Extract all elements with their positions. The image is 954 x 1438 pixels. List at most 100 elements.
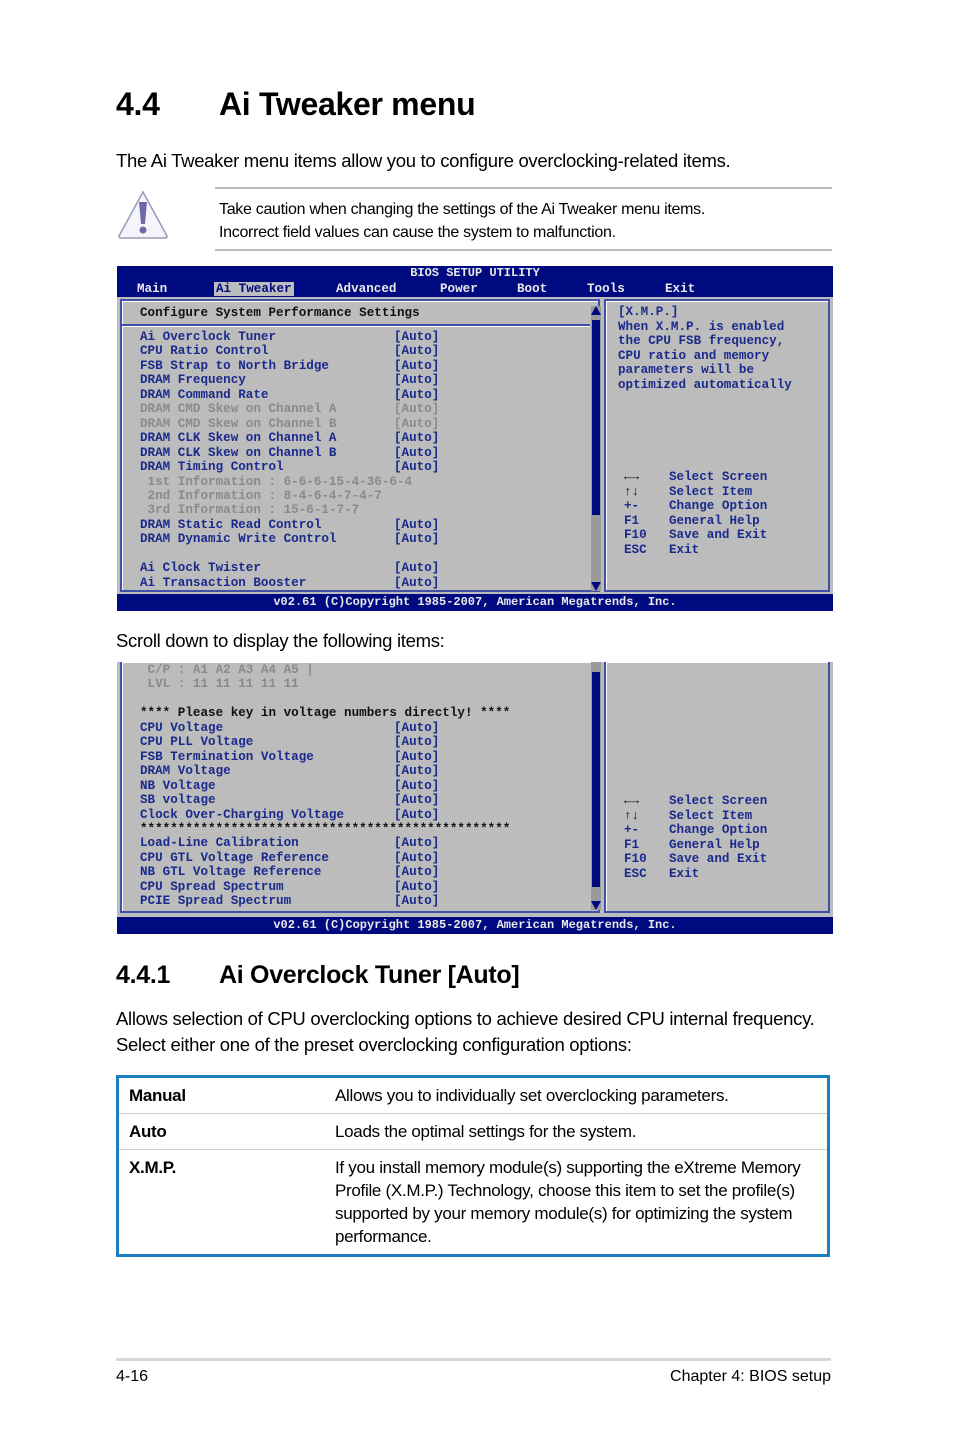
- key-label: F10: [624, 852, 647, 866]
- setting-value[interactable]: [Auto]: [394, 460, 439, 474]
- setting-label: CPU PLL Voltage: [140, 735, 254, 750]
- setting-value[interactable]: [Auto]: [394, 330, 439, 344]
- setting-value[interactable]: [Auto]: [394, 532, 439, 546]
- setting-value[interactable]: [Auto]: [394, 518, 439, 532]
- bios-setting-row[interactable]: CPU GTL Voltage Reference [Auto]: [140, 851, 439, 866]
- setting-value[interactable]: [Auto]: [394, 779, 439, 793]
- bios-setting-row[interactable]: NB GTL Voltage Reference [Auto]: [140, 865, 439, 880]
- setting-value[interactable]: [Auto]: [394, 561, 439, 575]
- bios-setting-row[interactable]: CPU Spread Spectrum [Auto]: [140, 880, 439, 895]
- bios-setting-row[interactable]: DRAM Timing Control [Auto]: [140, 460, 439, 475]
- setting-value[interactable]: [Auto]: [394, 793, 439, 807]
- setting-label: ****************************************…: [140, 821, 511, 836]
- bios-setting-row[interactable]: DRAM Frequency [Auto]: [140, 373, 439, 388]
- option-description: Loads the optimal settings for the syste…: [325, 1113, 829, 1150]
- key-action: General Help: [669, 837, 760, 852]
- setting-value[interactable]: [Auto]: [394, 865, 439, 879]
- setting-label: 1st Information : 6-6-6-15-4-36-6-4: [140, 474, 413, 489]
- help-line: When X.M.P. is enabled: [618, 319, 785, 334]
- scroll-down-arrow-icon[interactable]: [591, 582, 601, 591]
- setting-value[interactable]: [Auto]: [394, 808, 439, 822]
- bios-setting-row[interactable]: DRAM CLK Skew on Channel A [Auto]: [140, 431, 439, 446]
- bios-setting-row[interactable]: SB voltage [Auto]: [140, 793, 439, 808]
- bios-setting-row[interactable]: FSB Termination Voltage [Auto]: [140, 750, 439, 765]
- bios-setting-row: 3rd Information : 15-6-1-7-7: [140, 503, 360, 518]
- setting-value[interactable]: [Auto]: [394, 402, 439, 416]
- section-heading: 4.4 Ai Tweaker menu: [116, 86, 476, 123]
- setting-value[interactable]: [Auto]: [394, 446, 439, 460]
- menu-tab-boot[interactable]: Boot: [517, 282, 547, 296]
- key-legend-row: F1 General Help: [624, 838, 767, 853]
- bios-setting-row[interactable]: CPU PLL Voltage [Auto]: [140, 735, 439, 750]
- setting-label: CPU Ratio Control: [140, 344, 269, 359]
- table-row: Auto Loads the optimal settings for the …: [117, 1113, 829, 1150]
- bios-setting-row[interactable]: Ai Overclock Tuner [Auto]: [140, 330, 439, 345]
- scrollbar-thumb[interactable]: [592, 320, 600, 515]
- setting-value[interactable]: [Auto]: [394, 388, 439, 402]
- setting-value[interactable]: [Auto]: [394, 851, 439, 865]
- key-legend-row: ↑↓ Select Item: [624, 485, 767, 500]
- setting-value[interactable]: [Auto]: [394, 576, 439, 590]
- bios-setting-row[interactable]: Ai Transaction Booster [Auto]: [140, 576, 439, 591]
- setting-label: 2nd Information : 8-4-6-4-7-4-7: [140, 488, 382, 503]
- bios-setting-row[interactable]: Clock Over-Charging Voltage [Auto]: [140, 808, 439, 823]
- bios-setting-row[interactable]: FSB Strap to North Bridge [Auto]: [140, 359, 439, 374]
- bios-setting-row: **** Please key in voltage numbers direc…: [140, 706, 510, 721]
- key-legend-row: ↑↓ Select Item: [624, 809, 767, 824]
- setting-value[interactable]: [Auto]: [394, 359, 439, 373]
- key-action: General Help: [669, 513, 760, 528]
- setting-value[interactable]: [Auto]: [394, 836, 439, 850]
- bios-setting-row[interactable]: DRAM Static Read Control [Auto]: [140, 518, 439, 533]
- setting-value[interactable]: [Auto]: [394, 417, 439, 431]
- setting-label: DRAM CMD Skew on Channel A: [140, 402, 337, 417]
- bios-setting-row[interactable]: Ai Clock Twister [Auto]: [140, 561, 439, 576]
- option-description: If you install memory module(s) supporti…: [335, 1158, 801, 1246]
- bios-setting-row[interactable]: PCIE Spread Spectrum [Auto]: [140, 894, 439, 909]
- setting-value[interactable]: [Auto]: [394, 735, 439, 749]
- menu-tab-tools[interactable]: Tools: [587, 282, 625, 296]
- bios-setting-row[interactable]: DRAM Voltage [Auto]: [140, 764, 439, 779]
- key-legend-row: +- Change Option: [624, 499, 767, 514]
- menu-tab-power[interactable]: Power: [440, 282, 478, 296]
- setting-value[interactable]: [Auto]: [394, 344, 439, 358]
- menu-tab-exit[interactable]: Exit: [665, 282, 695, 296]
- setting-value[interactable]: [Auto]: [394, 721, 439, 735]
- key-legend-row: ←→ Select Screen: [624, 794, 767, 809]
- scrollbar-thumb[interactable]: [592, 672, 600, 887]
- bios-setting-row[interactable]: Load-Line Calibration [Auto]: [140, 836, 439, 851]
- setting-label: SB voltage: [140, 793, 216, 808]
- bios-setting-row[interactable]: DRAM Dynamic Write Control [Auto]: [140, 532, 439, 547]
- key-action: Change Option: [669, 823, 768, 837]
- setting-value[interactable]: [Auto]: [394, 431, 439, 445]
- bios-setting-row[interactable]: CPU Ratio Control [Auto]: [140, 344, 439, 359]
- setting-label: 3rd Information : 15-6-1-7-7: [140, 503, 360, 518]
- scroll-up-arrow-icon[interactable]: [591, 306, 601, 315]
- help-line: the CPU FSB frequency,: [618, 334, 785, 348]
- bios-setting-row[interactable]: NB Voltage [Auto]: [140, 779, 439, 794]
- setting-value[interactable]: [Auto]: [394, 894, 439, 908]
- menu-tab-ai-tweaker[interactable]: Ai Tweaker: [214, 282, 294, 296]
- option-name: X.M.P.: [129, 1158, 177, 1177]
- bios-footer: v02.61 (C)Copyright 1985-2007, American …: [117, 594, 833, 611]
- setting-label: DRAM CLK Skew on Channel B: [140, 445, 337, 460]
- scrollbar[interactable]: [591, 662, 601, 910]
- scroll-down-arrow-icon[interactable]: [591, 901, 601, 910]
- bios-setting-row: C/P : A1 A2 A3 A4 A5 |: [140, 663, 314, 678]
- key-legend-row: +- Change Option: [624, 823, 767, 838]
- setting-value[interactable]: [Auto]: [394, 373, 439, 387]
- caution-line: Incorrect field values can cause the sys…: [219, 224, 616, 241]
- menu-tab-main[interactable]: Main: [137, 282, 167, 296]
- caution-divider-bottom: [215, 249, 832, 251]
- setting-value[interactable]: [Auto]: [394, 764, 439, 778]
- scrollbar[interactable]: [591, 306, 601, 591]
- bios-setting-row[interactable]: DRAM Command Rate [Auto]: [140, 388, 439, 403]
- setting-value[interactable]: [Auto]: [394, 880, 439, 894]
- page-number: 4-16: [116, 1368, 149, 1385]
- menu-tab-advanced[interactable]: Advanced: [336, 282, 396, 296]
- key-label: ESC: [624, 866, 647, 881]
- bios-setting-row[interactable]: DRAM CMD Skew on Channel B [Auto]: [140, 417, 439, 432]
- bios-setting-row[interactable]: DRAM CLK Skew on Channel B [Auto]: [140, 446, 439, 461]
- setting-value[interactable]: [Auto]: [394, 750, 439, 764]
- bios-setting-row[interactable]: DRAM CMD Skew on Channel A [Auto]: [140, 402, 439, 417]
- bios-setting-row[interactable]: CPU Voltage [Auto]: [140, 721, 439, 736]
